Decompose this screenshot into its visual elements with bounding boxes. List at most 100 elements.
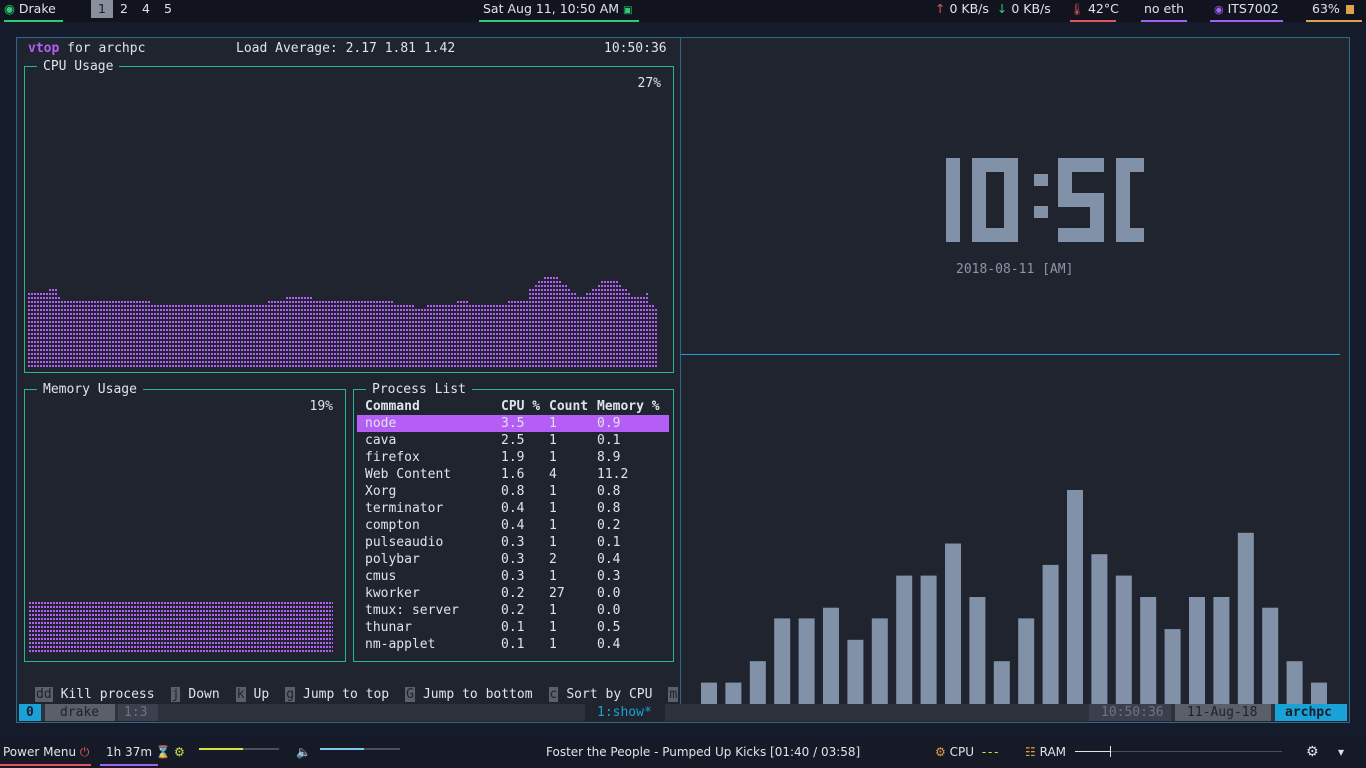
calendar-icon: ▣ xyxy=(623,5,633,16)
brightness-control[interactable]: ⚙ xyxy=(174,740,185,764)
process-row[interactable]: pulseaudio 0.3 1 0.1 xyxy=(357,534,669,551)
process-row[interactable]: Web Content 1.6 4 11.2 xyxy=(357,466,669,483)
header-count[interactable]: Count xyxy=(549,398,597,415)
cava-bar xyxy=(1018,618,1035,704)
cpu-graph-column xyxy=(436,303,438,367)
cpu-graph-column xyxy=(151,303,153,367)
process-command: polybar xyxy=(365,552,420,567)
process-row[interactable]: nm-applet 0.1 1 0.4 xyxy=(357,636,669,653)
workspace-1[interactable]: 1 xyxy=(91,0,113,18)
cpu-graph-column xyxy=(451,303,453,367)
cpu-graph-column xyxy=(391,299,393,367)
cpu-graph-column xyxy=(202,303,204,367)
cpu-graph-column xyxy=(94,299,96,367)
shortcut-label: Sort by CPU xyxy=(566,687,653,702)
process-cpu: 3.5 xyxy=(501,415,549,432)
cpu-graph-column xyxy=(241,303,243,367)
power-menu[interactable]: Power Menu ⏻ xyxy=(0,740,91,766)
workspace-5[interactable]: 5 xyxy=(157,0,179,18)
cpu-graph-column xyxy=(283,299,285,367)
process-row[interactable]: polybar 0.3 2 0.4 xyxy=(357,551,669,568)
shortcut-label: Jump to top xyxy=(303,687,390,702)
shortcut-key: j xyxy=(170,687,181,702)
terminal-window[interactable]: vtop for archpc Load Average: 2.17 1.81 … xyxy=(16,37,1350,723)
bottom-bar: Power Menu ⏻ 1h 37m ⌛ ⚙ 🔈 Foster the Peo… xyxy=(0,740,1366,768)
cava-bar xyxy=(749,661,766,704)
pane-divider-vertical[interactable] xyxy=(680,38,681,704)
process-cpu: 0.2 xyxy=(501,603,525,618)
process-row[interactable]: cava 2.5 1 0.1 xyxy=(357,432,669,449)
cpu-graph-column xyxy=(460,299,462,367)
process-row[interactable]: node 3.5 1 0.9 xyxy=(357,415,669,432)
tmux-time: 10:50:36 xyxy=(1089,704,1171,721)
workspace-switcher: 1245 xyxy=(91,0,179,20)
brightness-slider[interactable] xyxy=(199,748,279,750)
header-cpu[interactable]: CPU % xyxy=(501,398,549,415)
cpu-graph-column xyxy=(136,299,138,367)
cpu-graph-column xyxy=(46,291,48,367)
wifi-status[interactable]: ◉ ITS7002 xyxy=(1210,0,1283,22)
download-arrow-icon: ↓ xyxy=(996,1,1008,16)
cpu-graph-column xyxy=(67,299,69,367)
big-clock xyxy=(946,158,1144,242)
cpu-graph-column xyxy=(313,299,315,367)
date-time[interactable]: Sat Aug 11, 10:50 AM ▣ xyxy=(479,0,639,22)
shortcut-key: c xyxy=(548,687,559,702)
cpu-graph-column xyxy=(85,299,87,367)
brightness-fill xyxy=(199,748,243,750)
shortcut-key: k xyxy=(235,687,246,702)
workspace-2[interactable]: 2 xyxy=(113,0,135,18)
memory-usage-panel: Memory Usage 19% xyxy=(24,381,346,662)
cpu-graph-column xyxy=(559,279,561,367)
cpu-graph-column xyxy=(118,299,120,367)
process-row[interactable]: firefox 1.9 1 8.9 xyxy=(357,449,669,466)
tmux-window-active[interactable]: 1:show* xyxy=(585,704,665,721)
process-row[interactable]: terminator 0.4 1 0.8 xyxy=(357,500,669,517)
process-command: terminator xyxy=(365,501,444,516)
cpu-graph-column xyxy=(403,303,405,367)
process-row[interactable]: thunar 0.1 1 0.5 xyxy=(357,619,669,636)
cpu-usage-title: CPU Usage xyxy=(37,58,120,75)
cpu-graph-column xyxy=(466,299,468,367)
process-cpu: 0.3 xyxy=(501,535,525,550)
process-cpu: 0.4 xyxy=(501,518,525,533)
header-memory[interactable]: Memory % xyxy=(597,398,669,415)
process-row[interactable]: Xorg 0.8 1 0.8 xyxy=(357,483,669,500)
process-memory: 0.5 xyxy=(597,620,621,635)
shortcut-key: G xyxy=(405,687,415,702)
header-command[interactable]: Command xyxy=(357,398,501,415)
cpu-graph-column xyxy=(43,291,45,367)
volume-control[interactable]: 🔈 xyxy=(296,740,311,764)
process-row[interactable]: tmux: server 0.2 1 0.0 xyxy=(357,602,669,619)
network-speed: ↑ 0 KB/s ↓ 0 KB/s xyxy=(935,0,1051,20)
cpu-graph-column xyxy=(502,303,504,367)
workspace-4[interactable]: 4 xyxy=(135,0,157,18)
process-memory: 0.9 xyxy=(597,415,669,432)
cpu-graph-column xyxy=(157,303,159,367)
cpu-graph-column xyxy=(247,303,249,367)
cpu-graph-column xyxy=(169,303,171,367)
tray-expand[interactable]: ▾ xyxy=(1338,740,1344,764)
shortcut-label: Down xyxy=(188,687,220,702)
now-playing[interactable]: Foster the People - Pumped Up Kicks [01:… xyxy=(546,740,860,764)
cpu-graph-column xyxy=(55,287,57,367)
cpu-graph-icon: - - - xyxy=(981,745,999,759)
cpu-graph-column xyxy=(178,303,180,367)
process-command: firefox xyxy=(365,450,420,465)
tmux-session[interactable]: 0 xyxy=(19,704,41,721)
pane-divider-horizontal[interactable] xyxy=(681,354,1340,355)
cpu-graph-column xyxy=(250,303,252,367)
process-row[interactable]: compton 0.4 1 0.2 xyxy=(357,517,669,534)
clock-digit-segment xyxy=(946,193,960,242)
cpu-graph-column xyxy=(199,303,201,367)
settings-tray[interactable]: ⚙ xyxy=(1306,740,1319,764)
cpu-graph-column xyxy=(346,299,348,367)
volume-slider[interactable] xyxy=(320,748,400,750)
cava-bar xyxy=(1189,597,1205,704)
process-row[interactable]: kworker 0.2 27 0.0 xyxy=(357,585,669,602)
process-row[interactable]: cmus 0.3 1 0.3 xyxy=(357,568,669,585)
user-menu[interactable]: ◉ Drake xyxy=(4,0,63,22)
cpu-graph-column xyxy=(349,299,351,367)
cpu-graph-column xyxy=(205,303,207,367)
cpu-graph-column xyxy=(652,303,654,367)
